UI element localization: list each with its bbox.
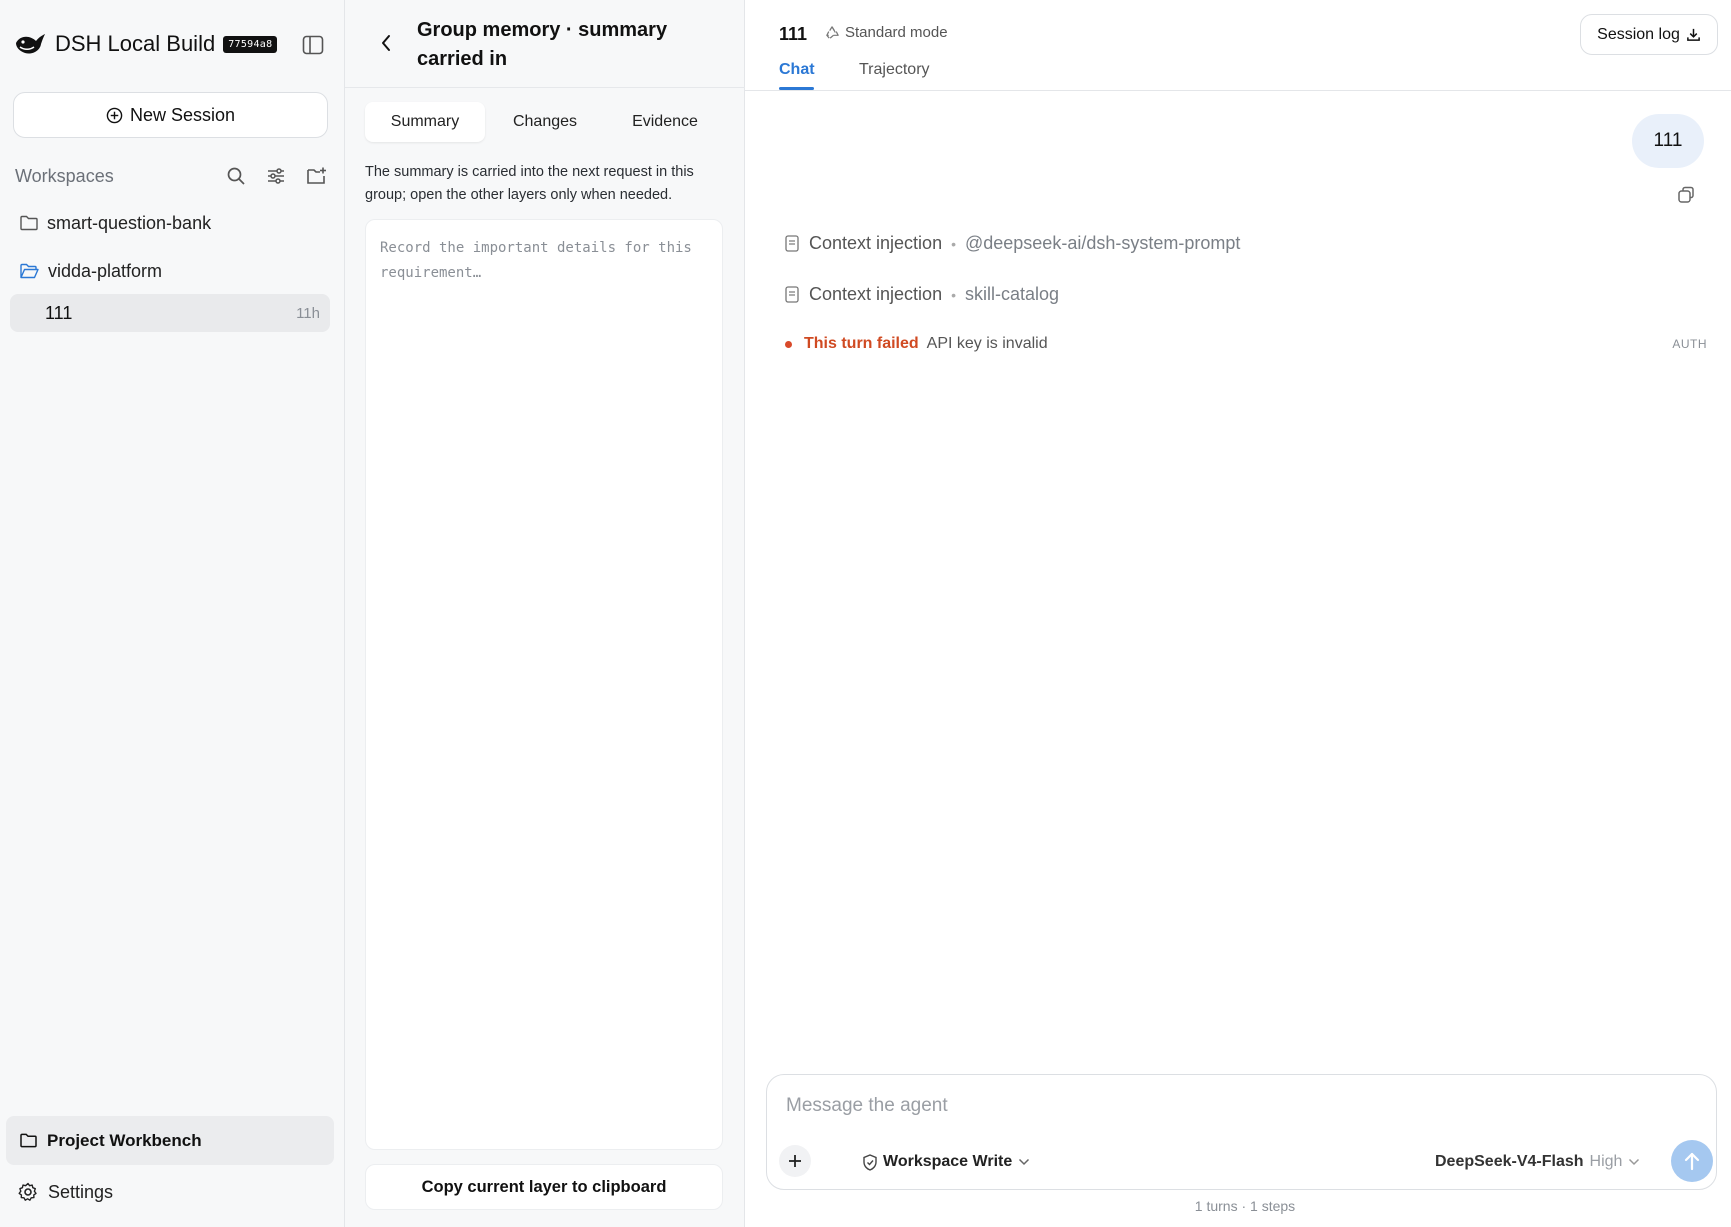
- context-injection-target: @deepseek-ai/dsh-system-prompt: [964, 233, 1241, 253]
- filter-sliders-icon[interactable]: [264, 164, 288, 188]
- failure-message: API key is invalid: [926, 335, 1048, 352]
- plus-icon[interactable]: [779, 1145, 811, 1177]
- active-tab-indicator: [779, 87, 814, 90]
- memory-editor: [365, 219, 723, 1150]
- workspaces-title: Workspaces: [15, 165, 114, 186]
- group-memory-panel: Group memory · summary carried in Summar…: [345, 0, 745, 1227]
- tab-evidence[interactable]: Evidence: [605, 102, 725, 142]
- chevron-down-icon: [1629, 1158, 1640, 1166]
- workspace-name: smart-question-bank: [47, 212, 212, 233]
- project-workbench-button[interactable]: Project Workbench: [6, 1116, 334, 1165]
- folder-icon: [20, 215, 38, 231]
- settings-label: Settings: [48, 1181, 114, 1202]
- workspace-name: vidda-platform: [48, 260, 163, 281]
- sidebar: DSH Local Build 77594a8 New Session Work…: [0, 0, 345, 1227]
- model-effort: High: [1589, 1153, 1623, 1170]
- session-log-button[interactable]: Session log: [1580, 14, 1718, 55]
- tab-trajectory[interactable]: Trajectory: [859, 61, 930, 79]
- turn-failed-row: This turn failed API key is invalid AUTH: [785, 335, 1707, 353]
- message-input[interactable]: [786, 1095, 1686, 1129]
- tab-changes[interactable]: Changes: [485, 102, 605, 142]
- memory-tabs: Summary Changes Evidence: [365, 102, 727, 142]
- new-folder-icon[interactable]: [304, 164, 328, 188]
- new-session-button[interactable]: New Session: [13, 92, 328, 138]
- memory-description: The summary is carried into the next req…: [365, 164, 694, 203]
- tab-chat[interactable]: Chat: [779, 61, 815, 79]
- folder-open-icon: [20, 263, 39, 279]
- memory-title: Group memory · summary carried in: [417, 19, 668, 70]
- workspace-item-smart-question-bank[interactable]: smart-question-bank: [20, 208, 211, 238]
- project-workbench-label: Project Workbench: [47, 1130, 202, 1150]
- document-icon: [785, 286, 799, 303]
- permission-select[interactable]: Workspace Write: [862, 1149, 1030, 1175]
- memory-header: Group memory · summary carried in: [345, 0, 745, 88]
- download-icon: [1686, 28, 1700, 41]
- mode-label: Standard mode: [845, 24, 948, 41]
- folder-icon: [20, 1133, 37, 1148]
- summary-textarea[interactable]: [380, 236, 708, 1133]
- recycle-icon: [826, 26, 839, 39]
- session-time: 11h: [296, 304, 320, 322]
- settings-button[interactable]: Settings: [18, 1177, 113, 1207]
- context-injection-label: Context injection: [809, 233, 943, 253]
- build-badge: 77594a8: [223, 35, 278, 53]
- new-session-label: New Session: [129, 104, 236, 125]
- search-icon[interactable]: [224, 164, 248, 188]
- session-title: 111: [779, 24, 808, 44]
- context-injection-row[interactable]: Context injection • skill-catalog: [785, 284, 1059, 305]
- context-injection-label: Context injection: [809, 284, 943, 304]
- context-injection-row[interactable]: Context injection • @deepseek-ai/dsh-sys…: [785, 233, 1240, 254]
- send-button[interactable]: [1671, 1140, 1713, 1182]
- brand: DSH Local Build 77594a8: [14, 26, 334, 62]
- tab-summary[interactable]: Summary: [365, 102, 485, 142]
- failure-code: AUTH: [1672, 337, 1707, 351]
- workspace-item-vidda-platform[interactable]: vidda-platform: [20, 256, 162, 286]
- sidebar-toggle-icon[interactable]: [301, 33, 325, 57]
- brand-title: DSH Local Build: [55, 31, 216, 56]
- user-message-bubble: 111: [1632, 114, 1704, 168]
- chat-main: 111 Standard mode Session log Chat Traje…: [745, 0, 1731, 1227]
- arrow-up-icon: [1684, 1152, 1700, 1171]
- session-log-label: Session log: [1597, 25, 1680, 43]
- separator-dot: •: [951, 286, 956, 303]
- turn-step-stats: 1 turns · 1 steps: [1194, 1198, 1296, 1214]
- model-name: DeepSeek-V4-Flash: [1435, 1153, 1584, 1170]
- whale-logo-icon: [14, 28, 46, 60]
- chat-header: 111 Standard mode Session log Chat Traje…: [745, 0, 1731, 91]
- separator-dot: •: [951, 235, 956, 252]
- chevron-left-icon[interactable]: [375, 32, 397, 54]
- permission-label: Workspace Write: [883, 1153, 1013, 1170]
- context-injection-target: skill-catalog: [964, 284, 1060, 304]
- message-composer: Workspace Write DeepSeek-V4-Flash High: [766, 1074, 1717, 1190]
- copy-icon[interactable]: [1674, 183, 1698, 207]
- gear-icon: [18, 1182, 37, 1201]
- document-icon: [785, 235, 799, 252]
- mode-indicator: Standard mode: [825, 24, 948, 41]
- model-select[interactable]: DeepSeek-V4-Flash High: [1435, 1149, 1640, 1175]
- session-item[interactable]: 111 11h: [10, 294, 330, 332]
- chevron-down-icon: [1019, 1158, 1030, 1166]
- workspaces-header: Workspaces: [15, 162, 330, 190]
- plus-circle-icon: [106, 107, 123, 123]
- error-dot-icon: [785, 340, 792, 348]
- failure-label: This turn failed: [804, 335, 919, 352]
- session-name: 111: [45, 302, 73, 323]
- shield-icon: [863, 1153, 877, 1171]
- copy-layer-button[interactable]: Copy current layer to clipboard: [365, 1164, 723, 1210]
